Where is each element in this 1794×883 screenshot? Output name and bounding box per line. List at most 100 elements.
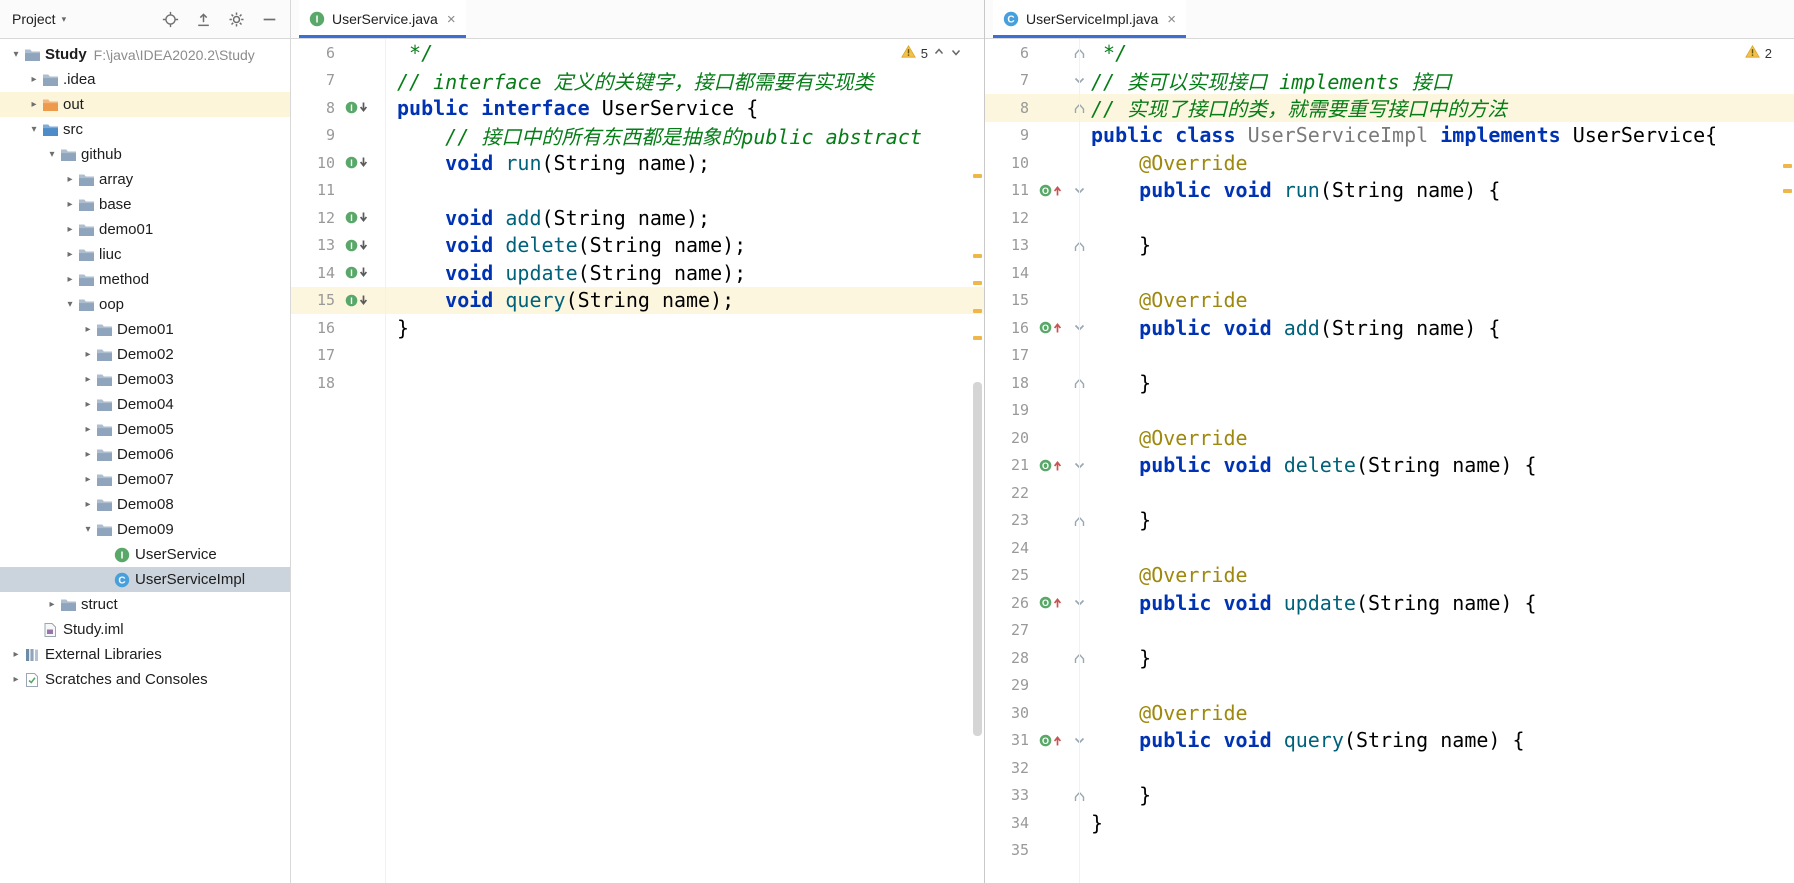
tree-item-userservice[interactable]: IUserService xyxy=(0,542,290,567)
tree-item-study-iml[interactable]: Study.iml xyxy=(0,617,290,642)
implemented-marker-icon[interactable]: I xyxy=(345,210,375,225)
code-line-31[interactable]: 31O public void query(String name) { xyxy=(985,727,1794,755)
line-number[interactable]: 7 xyxy=(291,71,345,89)
chevron-collapsed-icon[interactable]: ▸ xyxy=(26,74,42,85)
overrides-marker-icon[interactable]: O xyxy=(1039,733,1069,748)
code-line-8[interactable]: 8// 实现了接口的类，就需要重写接口中的方法 xyxy=(985,94,1794,122)
tree-item-demo05[interactable]: ▸Demo05 xyxy=(0,417,290,442)
tree-item-github[interactable]: ▾github xyxy=(0,142,290,167)
line-number[interactable]: 32 xyxy=(985,759,1039,777)
code-line-11[interactable]: 11 xyxy=(291,177,984,205)
fold-end-icon[interactable] xyxy=(1069,514,1089,527)
chevron-expanded-icon[interactable]: ▾ xyxy=(80,524,96,535)
line-number[interactable]: 26 xyxy=(985,594,1039,612)
warning-stripe-mark[interactable] xyxy=(1783,189,1792,193)
tree-item-scratches-and-consoles[interactable]: ▸Scratches and Consoles xyxy=(0,667,290,692)
fold-open-icon[interactable] xyxy=(1069,74,1089,87)
code-line-11[interactable]: 11O public void run(String name) { xyxy=(985,177,1794,205)
chevron-collapsed-icon[interactable]: ▸ xyxy=(8,674,24,685)
line-number[interactable]: 28 xyxy=(985,649,1039,667)
line-number[interactable]: 17 xyxy=(291,346,345,364)
tree-item-external-libraries[interactable]: ▸External Libraries xyxy=(0,642,290,667)
line-number[interactable]: 10 xyxy=(985,154,1039,172)
line-number[interactable]: 22 xyxy=(985,484,1039,502)
line-number[interactable]: 31 xyxy=(985,731,1039,749)
chevron-collapsed-icon[interactable]: ▸ xyxy=(80,374,96,385)
line-number[interactable]: 29 xyxy=(985,676,1039,694)
settings-icon[interactable] xyxy=(228,11,245,28)
line-number[interactable]: 6 xyxy=(985,44,1039,62)
overrides-marker-icon[interactable]: O xyxy=(1039,595,1069,610)
line-number[interactable]: 14 xyxy=(985,264,1039,282)
line-number[interactable]: 8 xyxy=(291,99,345,117)
tree-item-demo07[interactable]: ▸Demo07 xyxy=(0,467,290,492)
fold-end-icon[interactable] xyxy=(1069,239,1089,252)
tree-item-demo09[interactable]: ▾Demo09 xyxy=(0,517,290,542)
line-number[interactable]: 9 xyxy=(291,126,345,144)
code-line-17[interactable]: 17 xyxy=(291,342,984,370)
tree-item-src[interactable]: ▾src xyxy=(0,117,290,142)
code-line-14[interactable]: 14 xyxy=(985,259,1794,287)
implemented-marker-icon[interactable]: I xyxy=(345,155,375,170)
warning-stripe-mark[interactable] xyxy=(973,254,982,258)
code-line-16[interactable]: 16O public void add(String name) { xyxy=(985,314,1794,342)
code-line-15[interactable]: 15I void query(String name); xyxy=(291,287,984,315)
chevron-collapsed-icon[interactable]: ▸ xyxy=(62,199,78,210)
code-line-34[interactable]: 34} xyxy=(985,809,1794,837)
line-number[interactable]: 17 xyxy=(985,346,1039,364)
project-view-selector[interactable]: Project ▾ xyxy=(12,11,66,27)
code-line-28[interactable]: 28 } xyxy=(985,644,1794,672)
code-line-7[interactable]: 7// 类可以实现接口 implements 接口 xyxy=(985,67,1794,95)
chevron-collapsed-icon[interactable]: ▸ xyxy=(8,649,24,660)
tree-item-demo08[interactable]: ▸Demo08 xyxy=(0,492,290,517)
tree-item-demo03[interactable]: ▸Demo03 xyxy=(0,367,290,392)
code-line-35[interactable]: 35 xyxy=(985,837,1794,865)
chevron-collapsed-icon[interactable]: ▸ xyxy=(80,449,96,460)
line-number[interactable]: 23 xyxy=(985,511,1039,529)
line-number[interactable]: 18 xyxy=(291,374,345,392)
code-line-22[interactable]: 22 xyxy=(985,479,1794,507)
code-line-17[interactable]: 17 xyxy=(985,342,1794,370)
warning-stripe-mark[interactable] xyxy=(1783,164,1792,168)
code-line-9[interactable]: 9 // 接口中的所有东西都是抽象的public abstract xyxy=(291,122,984,150)
fold-end-icon[interactable] xyxy=(1069,46,1089,59)
chevron-collapsed-icon[interactable]: ▸ xyxy=(80,474,96,485)
code-line-12[interactable]: 12I void add(String name); xyxy=(291,204,984,232)
tree-item-demo02[interactable]: ▸Demo02 xyxy=(0,342,290,367)
tree-item-demo04[interactable]: ▸Demo04 xyxy=(0,392,290,417)
code-editor-userserviceimpl[interactable]: 2 6 */7// 类可以实现接口 implements 接口8// 实现了接口… xyxy=(985,39,1794,883)
line-number[interactable]: 8 xyxy=(985,99,1039,117)
line-number[interactable]: 25 xyxy=(985,566,1039,584)
warning-stripe-mark[interactable] xyxy=(973,336,982,340)
warning-stripe-mark[interactable] xyxy=(973,309,982,313)
line-number[interactable]: 19 xyxy=(985,401,1039,419)
line-number[interactable]: 33 xyxy=(985,786,1039,804)
line-number[interactable]: 16 xyxy=(985,319,1039,337)
close-tab-icon[interactable]: × xyxy=(1167,11,1176,28)
fold-end-icon[interactable] xyxy=(1069,789,1089,802)
tab-userserviceimpl-java[interactable]: C UserServiceImpl.java × xyxy=(993,0,1186,38)
code-line-13[interactable]: 13I void delete(String name); xyxy=(291,232,984,260)
code-line-6[interactable]: 6 */ xyxy=(291,39,984,67)
code-line-9[interactable]: 9public class UserServiceImpl implements… xyxy=(985,122,1794,150)
line-number[interactable]: 16 xyxy=(291,319,345,337)
line-number[interactable]: 12 xyxy=(291,209,345,227)
chevron-collapsed-icon[interactable]: ▸ xyxy=(80,499,96,510)
code-line-13[interactable]: 13 } xyxy=(985,232,1794,260)
next-warning-icon[interactable] xyxy=(950,46,962,61)
scrollbar-thumb[interactable] xyxy=(973,382,982,736)
line-number[interactable]: 13 xyxy=(985,236,1039,254)
tree-item-demo01[interactable]: ▸demo01 xyxy=(0,217,290,242)
code-line-23[interactable]: 23 } xyxy=(985,507,1794,535)
collapse-all-icon[interactable] xyxy=(195,11,212,28)
chevron-expanded-icon[interactable]: ▾ xyxy=(44,149,60,160)
code-editor-userservice[interactable]: 5 6 */7// interface 定义的关键字，接口都需要有实现类8Ipu… xyxy=(291,39,984,883)
tree-item-liuc[interactable]: ▸liuc xyxy=(0,242,290,267)
implemented-marker-icon[interactable]: I xyxy=(345,100,375,115)
inspections-widget[interactable]: 2 xyxy=(1745,45,1772,61)
overrides-marker-icon[interactable]: O xyxy=(1039,320,1069,335)
chevron-collapsed-icon[interactable]: ▸ xyxy=(80,424,96,435)
code-line-12[interactable]: 12 xyxy=(985,204,1794,232)
chevron-collapsed-icon[interactable]: ▸ xyxy=(44,599,60,610)
fold-open-icon[interactable] xyxy=(1069,596,1089,609)
